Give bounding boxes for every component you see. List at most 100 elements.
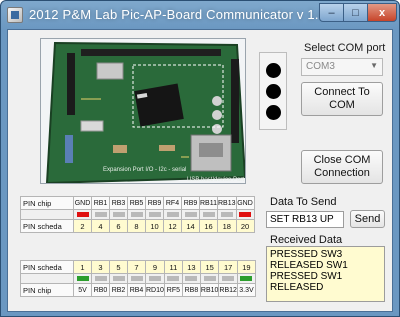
com-port-select[interactable]: COM3 ▼: [301, 58, 383, 76]
pin-state-indicator[interactable]: [130, 275, 143, 281]
pin-chip-cell: RB0: [91, 283, 110, 297]
pin-chip-header: PIN chip: [20, 196, 74, 210]
pin-state-indicator[interactable]: [148, 211, 161, 217]
pin-chip-header: PIN chip: [20, 283, 74, 297]
pin-chip-cell: RB12: [218, 283, 238, 297]
pin-state-cell: [73, 273, 92, 284]
pin-scheda-cell: 14: [181, 219, 200, 233]
pin-chip-cell: RB2: [109, 283, 128, 297]
pin-state-cell: [181, 273, 201, 284]
close-com-button[interactable]: Close COM Connection: [301, 150, 383, 184]
pin-scheda-header: PIN scheda: [20, 260, 74, 274]
pin-state-cell: [73, 209, 92, 220]
pin-state-cell: [163, 209, 182, 220]
pin-state-cell: [163, 273, 183, 284]
pin-state-cell: [199, 209, 218, 220]
pin-chip-cell: RF4: [163, 196, 182, 210]
pin-scheda-cell: 6: [109, 219, 128, 233]
pin-scheda-cell: 17: [218, 260, 238, 274]
app-icon: [7, 7, 23, 23]
com-port-label: Select COM port: [304, 42, 386, 54]
pin-state-cell: [109, 273, 128, 284]
pin-state-indicator[interactable]: [94, 275, 107, 281]
pin-scheda-cell: 13: [181, 260, 201, 274]
pin-scheda-cell: 11: [163, 260, 183, 274]
received-data-label: Received Data: [270, 234, 343, 246]
received-line: RELEASED: [270, 282, 324, 293]
pin-state-cell: [91, 209, 110, 220]
pin-scheda-cell: 20: [235, 219, 255, 233]
pin-state-cell: [109, 209, 128, 220]
pin-state-cell: [218, 273, 238, 284]
pin-state-indicator[interactable]: [184, 211, 197, 217]
minimize-button[interactable]: –: [319, 3, 344, 22]
pin-state-indicator[interactable]: [130, 211, 143, 217]
pin-state-indicator[interactable]: [112, 275, 125, 281]
pin-scheda-cell: 10: [145, 219, 164, 233]
pin-chip-cell: RB4: [127, 283, 146, 297]
received-line: PRESSED SW3: [270, 249, 343, 260]
close-window-button[interactable]: x: [367, 3, 397, 22]
pin-state-cell: [199, 273, 220, 284]
title-bar[interactable]: 2012 P&M Lab Pic-AP-Board Communicator v…: [1, 1, 399, 29]
pin-state-cell: [127, 209, 146, 220]
pin-state-indicator[interactable]: [112, 211, 125, 217]
pin-chip-cell: RB3: [109, 196, 128, 210]
pin-scheda-header: PIN scheda: [20, 219, 74, 233]
pin-chip-cell: 5V: [73, 283, 92, 297]
bottom-pin-table: PIN scheda 1 3 5 7 9 11 13 15 17 19 PIN …: [20, 260, 256, 297]
pin-scheda-cell: 5: [109, 260, 128, 274]
pin-state-indicator[interactable]: [76, 211, 89, 217]
pin-state-indicator[interactable]: [94, 211, 107, 217]
pin-state-indicator[interactable]: [148, 275, 161, 281]
pin-scheda-cell: 8: [127, 219, 146, 233]
board-photo: Expansion Port I/O - I2c - serial USB ho…: [40, 38, 246, 184]
pin-state-cell: [145, 209, 164, 220]
pin-state-header: [20, 273, 74, 284]
pin-chip-cell: GND: [235, 196, 255, 210]
pin-state-indicator[interactable]: [220, 211, 233, 217]
pin-state-cell: [217, 209, 237, 220]
pin-chip-cell: RB1: [91, 196, 110, 210]
switch-led-1: [266, 63, 281, 78]
switch-led-3: [266, 105, 281, 120]
pin-state-indicator[interactable]: [202, 211, 215, 217]
pin-scheda-cell: 7: [127, 260, 146, 274]
pin-scheda-cell: 9: [145, 260, 165, 274]
pin-state-indicator[interactable]: [76, 275, 89, 281]
pin-state-cell: [145, 273, 165, 284]
send-button[interactable]: Send: [350, 210, 385, 228]
board-label-expansion: Expansion Port I/O - I2c - serial: [103, 167, 187, 173]
pin-state-indicator[interactable]: [166, 211, 179, 217]
com-port-value: COM3: [306, 61, 335, 72]
maximize-button[interactable]: □: [343, 3, 368, 22]
pin-state-indicator[interactable]: [240, 275, 253, 281]
data-to-send-input[interactable]: [266, 211, 344, 228]
pin-chip-cell: RB11: [199, 196, 218, 210]
pin-state-cell: [235, 209, 255, 220]
received-data-box[interactable]: PRESSED SW3 RELEASED SW1 PRESSED SW1 REL…: [266, 246, 385, 302]
pin-state-cell: [181, 209, 200, 220]
pin-scheda-cell: 2: [73, 219, 92, 233]
pin-state-cell: [91, 273, 110, 284]
pin-chip-cell: 3.3V: [236, 283, 256, 297]
pin-state-indicator[interactable]: [185, 275, 198, 281]
chevron-down-icon: ▼: [370, 61, 378, 70]
pin-scheda-cell: 19: [236, 260, 256, 274]
connect-com-button[interactable]: Connect To COM: [301, 82, 383, 116]
pin-state-indicator[interactable]: [167, 275, 180, 281]
pin-state-indicator[interactable]: [222, 275, 235, 281]
pin-scheda-cell: 4: [91, 219, 110, 233]
pin-chip-cell: RF5: [163, 283, 183, 297]
window-title: 2012 P&M Lab Pic-AP-Board Communicator v…: [29, 7, 327, 22]
pin-chip-cell: RD10: [145, 283, 165, 297]
pin-chip-cell: RB10: [199, 283, 220, 297]
switch-indicators: [259, 52, 287, 130]
pin-state-indicator[interactable]: [239, 211, 252, 217]
pin-state-header: [20, 209, 74, 220]
received-line: PRESSED SW1: [270, 271, 343, 282]
pin-scheda-cell: 12: [163, 219, 182, 233]
pin-state-indicator[interactable]: [203, 275, 216, 281]
pin-scheda-cell: 15: [199, 260, 220, 274]
pin-chip-cell: RB13: [217, 196, 237, 210]
